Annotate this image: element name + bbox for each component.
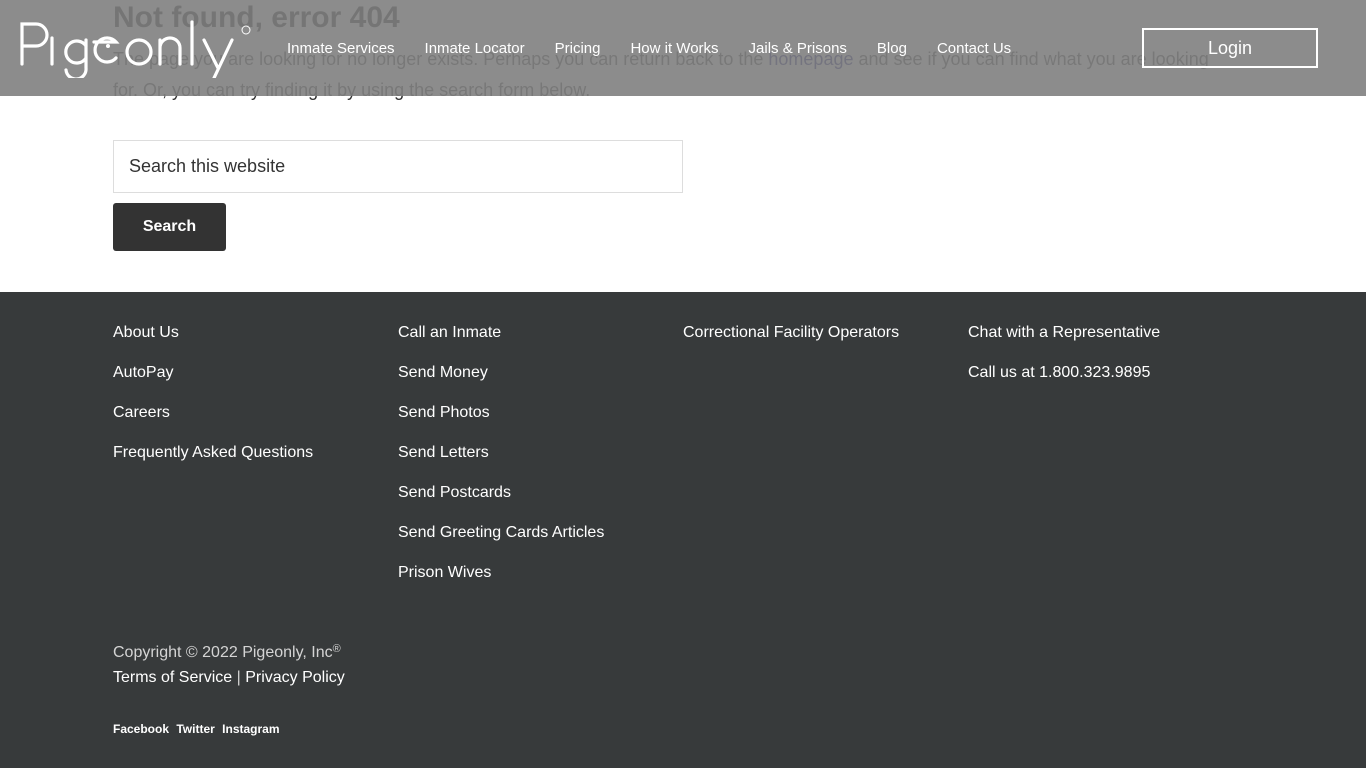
- footer-link-careers[interactable]: Careers: [113, 404, 313, 422]
- footer-link-call-inmate[interactable]: Call an Inmate: [398, 324, 604, 342]
- footer-column-services: Call an Inmate Send Money Send Photos Se…: [398, 324, 604, 604]
- copyright-text: Copyright © 2022 Pigeonly, Inc: [113, 644, 333, 661]
- nav-how-it-works[interactable]: How it Works: [630, 40, 718, 58]
- legal-links: Terms of Service | Privacy Policy: [113, 669, 345, 687]
- registered-mark: ®: [332, 643, 341, 655]
- site-footer: About Us AutoPay Careers Frequently Aske…: [0, 292, 1366, 768]
- instagram-link[interactable]: Instagram: [222, 722, 279, 736]
- footer-column-contact: Chat with a Representative Call us at 1.…: [968, 324, 1160, 404]
- footer-link-send-letters[interactable]: Send Letters: [398, 444, 604, 462]
- main-nav: Inmate Services Inmate Locator Pricing H…: [287, 40, 1041, 58]
- footer-link-send-money[interactable]: Send Money: [398, 364, 604, 382]
- footer-link-autopay[interactable]: AutoPay: [113, 364, 313, 382]
- nav-jails-prisons[interactable]: Jails & Prisons: [749, 40, 847, 58]
- pigeonly-logo[interactable]: [18, 16, 258, 81]
- footer-link-send-postcards[interactable]: Send Postcards: [398, 484, 604, 502]
- site-header: Inmate Services Inmate Locator Pricing H…: [0, 0, 1366, 96]
- social-links: Facebook Twitter Instagram: [113, 722, 284, 736]
- footer-link-send-photos[interactable]: Send Photos: [398, 404, 604, 422]
- nav-pricing[interactable]: Pricing: [555, 40, 601, 58]
- nav-inmate-locator[interactable]: Inmate Locator: [425, 40, 525, 58]
- twitter-link[interactable]: Twitter: [176, 722, 214, 736]
- footer-column-facilities: Correctional Facility Operators: [683, 324, 899, 364]
- search-input[interactable]: [113, 140, 683, 193]
- footer-link-prison-wives[interactable]: Prison Wives: [398, 564, 604, 582]
- copyright: Copyright © 2022 Pigeonly, Inc®: [113, 643, 341, 662]
- search-button[interactable]: Search: [113, 203, 226, 251]
- nav-blog[interactable]: Blog: [877, 40, 907, 58]
- footer-link-faq[interactable]: Frequently Asked Questions: [113, 444, 313, 462]
- footer-link-about-us[interactable]: About Us: [113, 324, 313, 342]
- legal-separator: |: [232, 669, 246, 686]
- footer-phone[interactable]: Call us at 1.800.323.9895: [968, 364, 1160, 382]
- login-button[interactable]: Login: [1142, 28, 1318, 68]
- footer-link-facility-operators[interactable]: Correctional Facility Operators: [683, 324, 899, 342]
- nav-contact-us[interactable]: Contact Us: [937, 40, 1011, 58]
- terms-link[interactable]: Terms of Service: [113, 669, 232, 686]
- footer-link-greeting-cards[interactable]: Send Greeting Cards Articles: [398, 524, 604, 542]
- facebook-link[interactable]: Facebook: [113, 722, 169, 736]
- nav-inmate-services[interactable]: Inmate Services: [287, 40, 395, 58]
- logo-icon: [20, 20, 251, 81]
- footer-column-company: About Us AutoPay Careers Frequently Aske…: [113, 324, 313, 484]
- privacy-link[interactable]: Privacy Policy: [245, 669, 345, 686]
- footer-link-chat[interactable]: Chat with a Representative: [968, 324, 1160, 342]
